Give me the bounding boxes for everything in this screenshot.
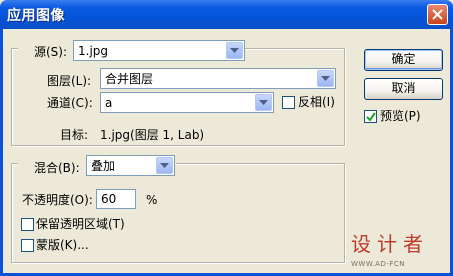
checkmark-icon: [366, 112, 376, 122]
invert-checkbox[interactable]: [282, 96, 295, 109]
chevron-down-icon: [259, 100, 268, 105]
chevron-down-icon: [160, 163, 169, 168]
mask-label[interactable]: 蒙版(K)...: [36, 238, 89, 252]
blend-value: 叠加: [91, 159, 116, 173]
target-label: 目标:: [60, 128, 89, 142]
invert-label[interactable]: 反相(I): [298, 95, 335, 109]
source-value: 1.jpg: [78, 44, 109, 58]
source-dropdown-arrow[interactable]: [226, 42, 243, 59]
watermark-logo: 设计者 WWW.AD-FCN: [351, 228, 447, 270]
chevron-down-icon: [321, 76, 330, 81]
chevron-down-icon: [230, 48, 239, 53]
channel-value: a: [105, 96, 113, 110]
blend-select[interactable]: 叠加: [86, 155, 175, 176]
close-icon: [432, 9, 443, 20]
opacity-value: 60: [101, 192, 117, 206]
watermark-url: WWW.AD-FCN: [351, 260, 406, 268]
title-bar: 应用图像: [0, 0, 453, 29]
preview-label[interactable]: 预览(P): [380, 109, 421, 123]
blend-dropdown-arrow[interactable]: [156, 157, 173, 174]
preview-checkbox[interactable]: [364, 110, 377, 123]
target-value: 1.jpg(图层 1, Lab): [100, 128, 205, 142]
ok-button[interactable]: 确定: [364, 49, 443, 71]
source-label: 源(S):: [34, 45, 68, 59]
close-button[interactable]: [427, 4, 448, 25]
opacity-input[interactable]: 60: [96, 189, 136, 209]
layer-value: 合并图层: [105, 72, 154, 86]
blend-label: 混合(B):: [34, 161, 80, 175]
opacity-label: 不透明度(O):: [22, 193, 93, 207]
source-select[interactable]: 1.jpg: [73, 40, 245, 61]
opacity-unit: %: [146, 193, 158, 207]
channel-label: 通道(C):: [47, 96, 93, 110]
channel-select[interactable]: a: [100, 92, 274, 113]
preserve-transparency-label[interactable]: 保留透明区域(T): [36, 217, 125, 231]
channel-dropdown-arrow[interactable]: [255, 94, 272, 111]
preserve-transparency-checkbox[interactable]: [21, 218, 34, 231]
watermark-text: 设计者: [351, 232, 429, 256]
layer-dropdown-arrow[interactable]: [317, 70, 334, 87]
window-title: 应用图像: [7, 8, 65, 24]
cancel-button[interactable]: 取消: [364, 78, 443, 100]
layer-select[interactable]: 合并图层: [100, 68, 336, 89]
mask-checkbox[interactable]: [21, 239, 34, 252]
layer-label: 图层(L):: [47, 74, 92, 88]
